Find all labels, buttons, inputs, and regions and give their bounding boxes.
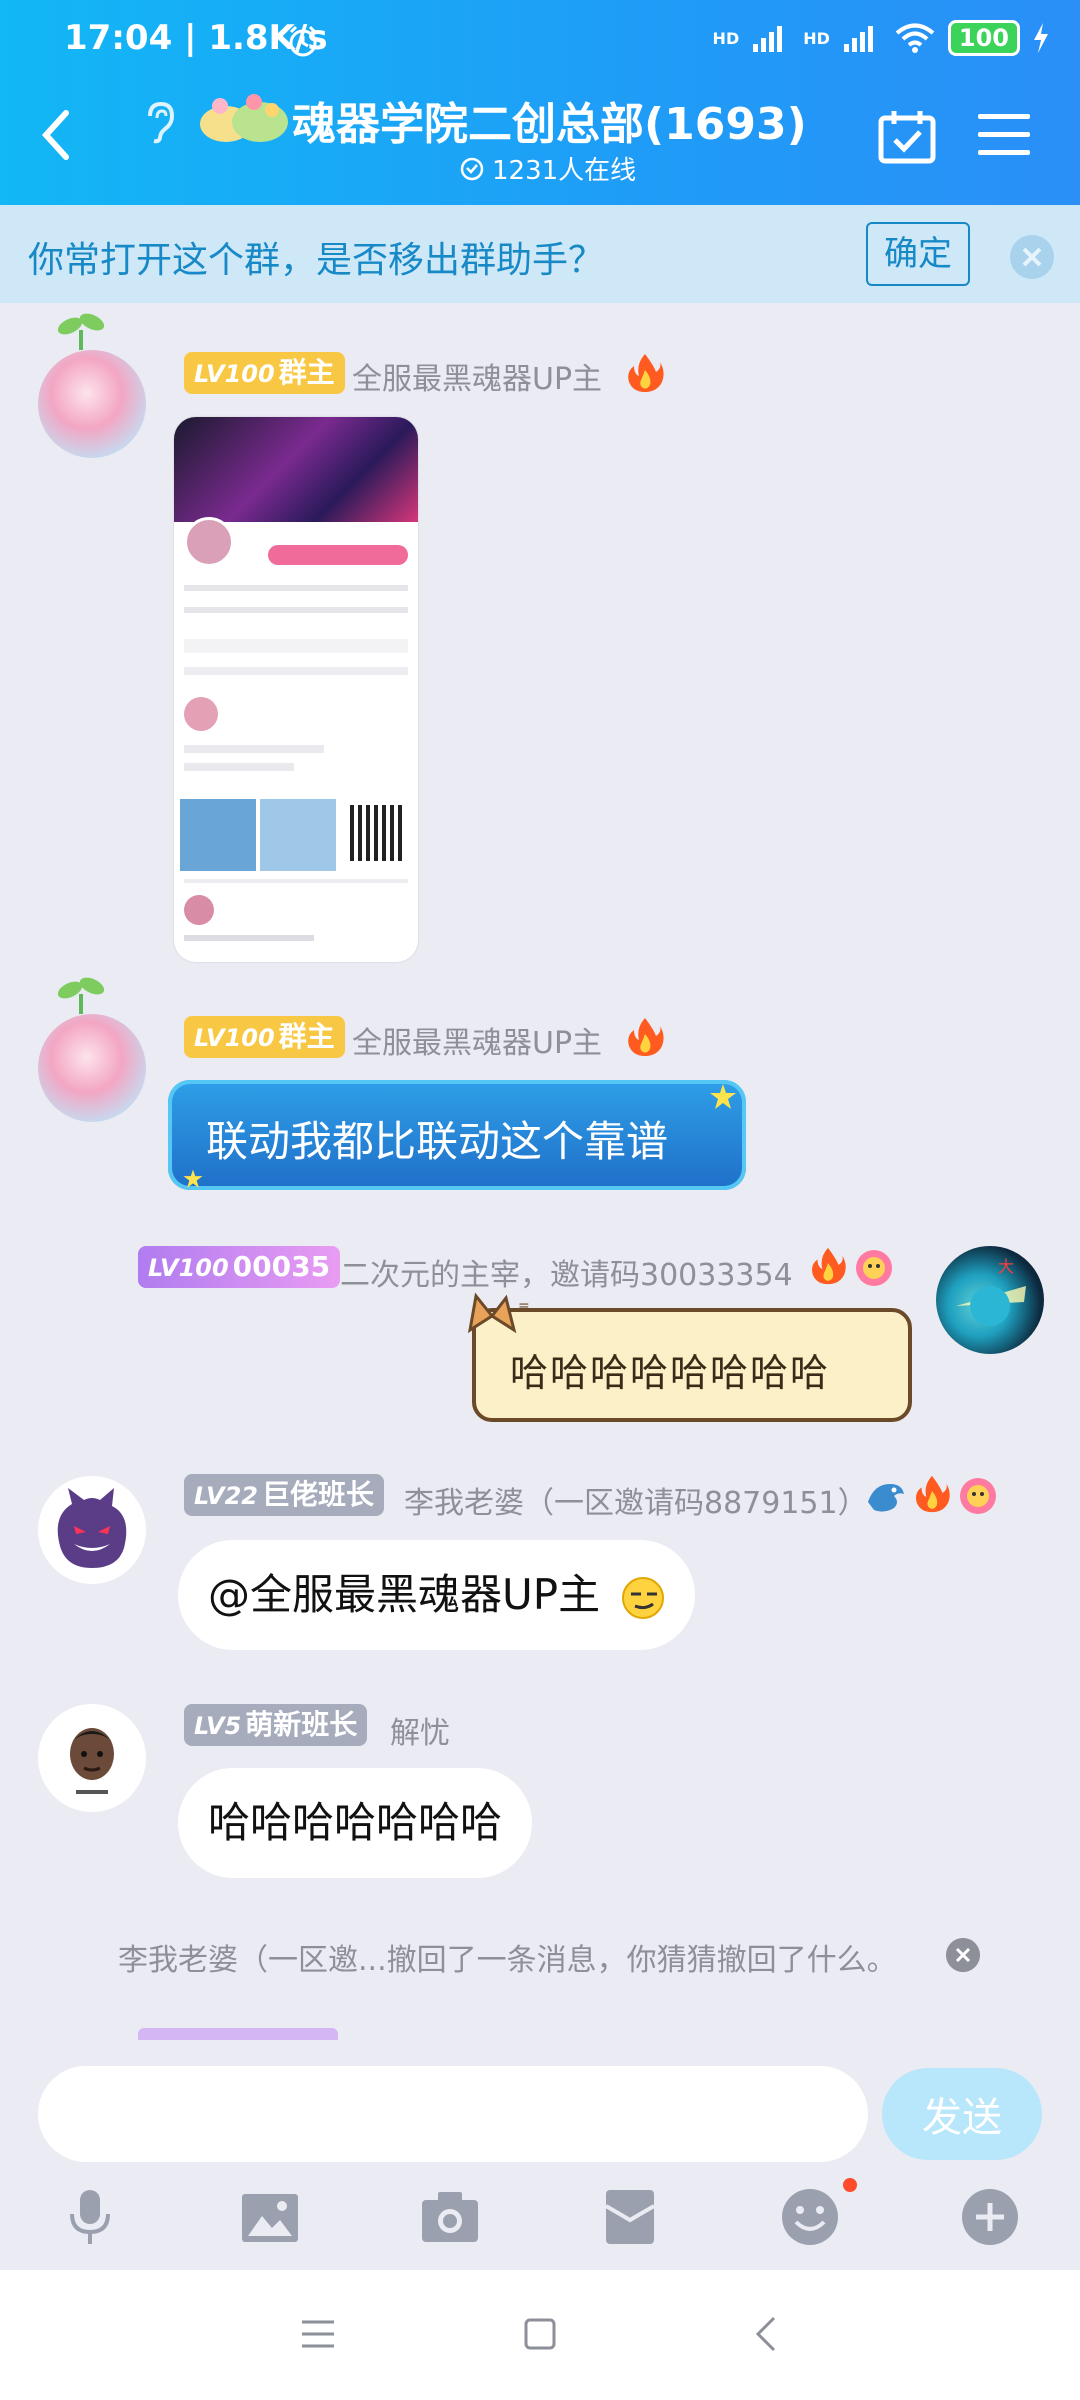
camera-icon[interactable] [418, 2186, 482, 2248]
sender-nick[interactable]: 全服最黑魂器UP主 [352, 354, 602, 398]
star-icon-small [183, 1169, 203, 1188]
group-emoji-icon [200, 94, 288, 142]
child-photo-avatar-art [70, 1728, 114, 1794]
avatar[interactable] [38, 1704, 146, 1812]
smirk-emoji-icon [622, 1576, 665, 1619]
member-badge: LV5 萌新班长 [184, 1704, 368, 1746]
fire-icon [628, 354, 664, 392]
group-title[interactable]: 魂器学院二创总部(1693) [292, 88, 807, 152]
signal-icon-2 [843, 26, 873, 52]
chat-header: 17:04 | 1.8K/s HD HD 100 魂器学院二创总部(1693) … [0, 0, 1080, 205]
charging-icon [1034, 23, 1048, 53]
wifi-icon [895, 23, 935, 53]
gengar-avatar-art [57, 1488, 127, 1568]
calendar-check-icon[interactable] [878, 108, 936, 164]
recent-apps-icon[interactable] [296, 2312, 340, 2356]
online-status[interactable]: 1231人在线 [460, 150, 636, 187]
plus-icon[interactable] [958, 2186, 1022, 2248]
sprout-icon [57, 313, 105, 350]
emoji-icon[interactable] [778, 2186, 842, 2248]
avatar[interactable]: 大 [936, 1246, 1044, 1354]
shared-screenshot-image[interactable] [174, 417, 418, 962]
avatar[interactable] [38, 1476, 146, 1584]
hd-label-2: HD [803, 28, 830, 48]
dragon-icon [868, 1484, 904, 1512]
sender-nick[interactable]: 二次元的主宰，邀请码30033354 [340, 1250, 793, 1294]
message-bubble[interactable]: 哈哈哈哈哈哈哈 [178, 1768, 533, 1878]
microphone-icon[interactable] [58, 2186, 122, 2248]
signal-icon [753, 26, 783, 52]
flower-badge-icon [960, 1478, 996, 1514]
owner-badge: LV100 群主 [184, 352, 345, 394]
ear-icon[interactable] [140, 100, 180, 144]
message-input[interactable] [38, 2066, 868, 2162]
message-bubble[interactable]: 哈哈哈哈哈哈哈哈 [472, 1308, 912, 1422]
next-message-partial [138, 2028, 338, 2040]
notice-close-icon[interactable] [1010, 235, 1054, 279]
message-bubble[interactable]: @全服最黑魂器UP主 [178, 1540, 696, 1650]
online-count: 1231人在线 [492, 156, 637, 186]
group-assistant-notice: 你常打开这个群，是否移出群助手？ 确定 [0, 205, 1080, 303]
battery-indicator: 100 [947, 20, 1020, 56]
sender-nick[interactable]: 解忧 [390, 1708, 450, 1752]
notice-confirm-button[interactable]: 确定 [866, 222, 970, 286]
avatar[interactable] [38, 350, 146, 458]
alarm-icon [289, 25, 317, 57]
back-nav-icon[interactable] [746, 2312, 790, 2356]
sprout-icon [57, 977, 105, 1014]
hd-label-1: HD [712, 28, 740, 48]
notification-dot [843, 2178, 857, 2192]
star-icon [710, 1084, 736, 1109]
message-text: 哈哈哈哈哈哈哈哈 [510, 1351, 831, 1395]
message-bubble[interactable]: 联动我都比联动这个靠谱 [168, 1080, 746, 1190]
red-packet-icon[interactable] [598, 2186, 662, 2248]
avatar-art: 大 [956, 1257, 1026, 1326]
member-badge: LV100 00035 [138, 1246, 341, 1288]
fire-icon [628, 1018, 664, 1056]
fire-icon [915, 1475, 950, 1513]
notice-text: 你常打开这个群，是否移出群助手？ [28, 240, 605, 281]
message-text: @全服最黑魂器UP主 [208, 1570, 601, 1619]
send-button[interactable]: 发送 [882, 2068, 1042, 2160]
flower-badge-icon [856, 1250, 892, 1286]
menu-icon[interactable] [978, 112, 1030, 156]
message-text: 哈哈哈哈哈哈哈 [208, 1798, 503, 1847]
online-check-icon [460, 157, 484, 180]
sender-nick[interactable]: 全服最黑魂器UP主 [352, 1018, 602, 1062]
status-bar: 17:04 | 1.8K/s HD HD 100 [0, 0, 1080, 85]
home-icon[interactable] [518, 2312, 562, 2356]
svg-text:=: = [518, 1298, 530, 1314]
image-icon[interactable] [238, 2186, 302, 2248]
back-button[interactable] [36, 105, 76, 165]
recall-notice: 李我老婆（一区邀...撤回了一条消息，你猜猜撤回了什么。 [118, 1943, 897, 1978]
sender-nick[interactable]: 李我老婆（一区邀请码8879151） [404, 1478, 868, 1522]
cat-ears-icon: = [467, 1292, 530, 1334]
svg-text:大: 大 [998, 1257, 1014, 1276]
recall-close-icon[interactable] [946, 1938, 980, 1972]
status-icons: HD HD 100 [713, 20, 1050, 56]
fire-icon [811, 1247, 846, 1285]
message-text: 联动我都比联动这个靠谱 [206, 1117, 669, 1166]
member-badge: LV22 巨佬班长 [184, 1474, 384, 1516]
owner-badge: LV100 群主 [184, 1016, 345, 1058]
avatar[interactable] [38, 1014, 146, 1122]
